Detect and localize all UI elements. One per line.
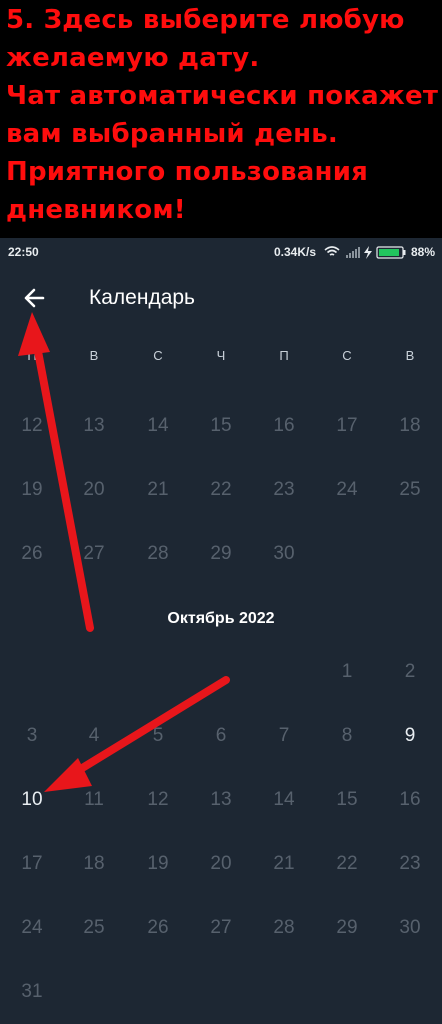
banner-line: вам выбранный день. bbox=[6, 119, 338, 149]
instruction-banner: 5. Здесь выберите любую желаемую дату. Ч… bbox=[0, 0, 442, 238]
day-cell[interactable]: 15 bbox=[201, 411, 241, 441]
day-cell[interactable]: 31 bbox=[12, 977, 52, 1007]
day-cell[interactable]: 29 bbox=[327, 913, 367, 943]
day-cell[interactable]: 24 bbox=[327, 475, 367, 505]
day-cell[interactable]: 19 bbox=[138, 849, 178, 879]
day-cell[interactable]: 16 bbox=[390, 785, 430, 815]
day-cell[interactable]: 18 bbox=[74, 849, 114, 879]
calendar-screen: 22:50 0.34K/s 88% Календарь П В С Ч П С … bbox=[0, 238, 442, 1024]
banner-line: Приятного пользования bbox=[6, 157, 369, 187]
day-cell[interactable]: 17 bbox=[327, 411, 367, 441]
day-cell[interactable]: 29 bbox=[201, 539, 241, 569]
weekday-label: П bbox=[279, 348, 289, 363]
battery-icon bbox=[376, 246, 406, 259]
back-button[interactable] bbox=[16, 280, 52, 316]
day-cell[interactable]: 15 bbox=[327, 785, 367, 815]
day-cell[interactable]: 12 bbox=[138, 785, 178, 815]
day-cell[interactable]: 17 bbox=[12, 849, 52, 879]
day-cell[interactable]: 28 bbox=[264, 913, 304, 943]
day-cell[interactable]: 22 bbox=[327, 849, 367, 879]
status-battery-percent: 88% bbox=[411, 245, 436, 259]
day-cell[interactable]: 23 bbox=[264, 475, 304, 505]
day-cell[interactable]: 6 bbox=[201, 721, 241, 751]
day-cell-active[interactable]: 10 bbox=[12, 785, 52, 815]
day-cell[interactable]: 22 bbox=[201, 475, 241, 505]
month-title: Октябрь 2022 bbox=[167, 610, 275, 627]
day-cell[interactable]: 26 bbox=[12, 539, 52, 569]
day-cell[interactable]: 5 bbox=[138, 721, 178, 751]
weekday-label: С bbox=[153, 348, 163, 363]
day-cell[interactable]: 16 bbox=[264, 411, 304, 441]
day-cell[interactable]: 14 bbox=[138, 411, 178, 441]
banner-line: 5. Здесь выберите любую bbox=[6, 5, 405, 35]
day-cell[interactable]: 12 bbox=[12, 411, 52, 441]
app-bar: Календарь bbox=[0, 266, 442, 328]
day-cell[interactable]: 2 bbox=[390, 657, 430, 687]
day-cell[interactable]: 14 bbox=[264, 785, 304, 815]
banner-line: Чат автоматически покажет bbox=[6, 81, 439, 111]
weekday-label: С bbox=[342, 348, 352, 363]
status-network-speed: 0.34K/s bbox=[274, 245, 317, 259]
day-cell[interactable]: 3 bbox=[12, 721, 52, 751]
day-cell[interactable]: 27 bbox=[201, 913, 241, 943]
day-cell[interactable]: 13 bbox=[74, 411, 114, 441]
day-cell[interactable]: 7 bbox=[264, 721, 304, 751]
day-cell[interactable]: 19 bbox=[12, 475, 52, 505]
day-cell[interactable]: 21 bbox=[264, 849, 304, 879]
day-cell[interactable]: 11 bbox=[74, 785, 114, 815]
day-cell[interactable]: 28 bbox=[138, 539, 178, 569]
day-cell[interactable]: 4 bbox=[74, 721, 114, 751]
day-cell-active[interactable]: 9 bbox=[390, 721, 430, 751]
weekday-label: В bbox=[405, 348, 415, 363]
page-title: Календарь bbox=[89, 286, 195, 309]
day-cell[interactable]: 13 bbox=[201, 785, 241, 815]
status-time: 22:50 bbox=[8, 245, 39, 259]
banner-line: желаемую дату. bbox=[6, 43, 260, 73]
day-cell[interactable]: 20 bbox=[201, 849, 241, 879]
day-cell[interactable]: 23 bbox=[390, 849, 430, 879]
status-icons bbox=[324, 244, 408, 263]
day-cell[interactable]: 27 bbox=[74, 539, 114, 569]
day-cell[interactable]: 30 bbox=[264, 539, 304, 569]
back-arrow-icon bbox=[24, 288, 45, 308]
weekday-label: В bbox=[89, 348, 99, 363]
day-cell[interactable]: 24 bbox=[12, 913, 52, 943]
day-cell[interactable]: 20 bbox=[74, 475, 114, 505]
weekday-label: П bbox=[27, 348, 37, 363]
day-cell[interactable]: 25 bbox=[74, 913, 114, 943]
day-cell[interactable]: 25 bbox=[390, 475, 430, 505]
day-cell[interactable]: 30 bbox=[390, 913, 430, 943]
day-cell[interactable]: 1 bbox=[327, 657, 367, 687]
signal-icon bbox=[346, 247, 360, 258]
day-cell[interactable]: 8 bbox=[327, 721, 367, 751]
day-cell[interactable]: 21 bbox=[138, 475, 178, 505]
charging-icon bbox=[364, 246, 372, 259]
weekday-label: Ч bbox=[216, 348, 226, 363]
day-cell[interactable]: 26 bbox=[138, 913, 178, 943]
wifi-icon bbox=[324, 246, 340, 256]
banner-line: дневником! bbox=[6, 195, 186, 225]
day-cell[interactable]: 18 bbox=[390, 411, 430, 441]
status-bar: 22:50 0.34K/s 88% bbox=[0, 238, 442, 266]
